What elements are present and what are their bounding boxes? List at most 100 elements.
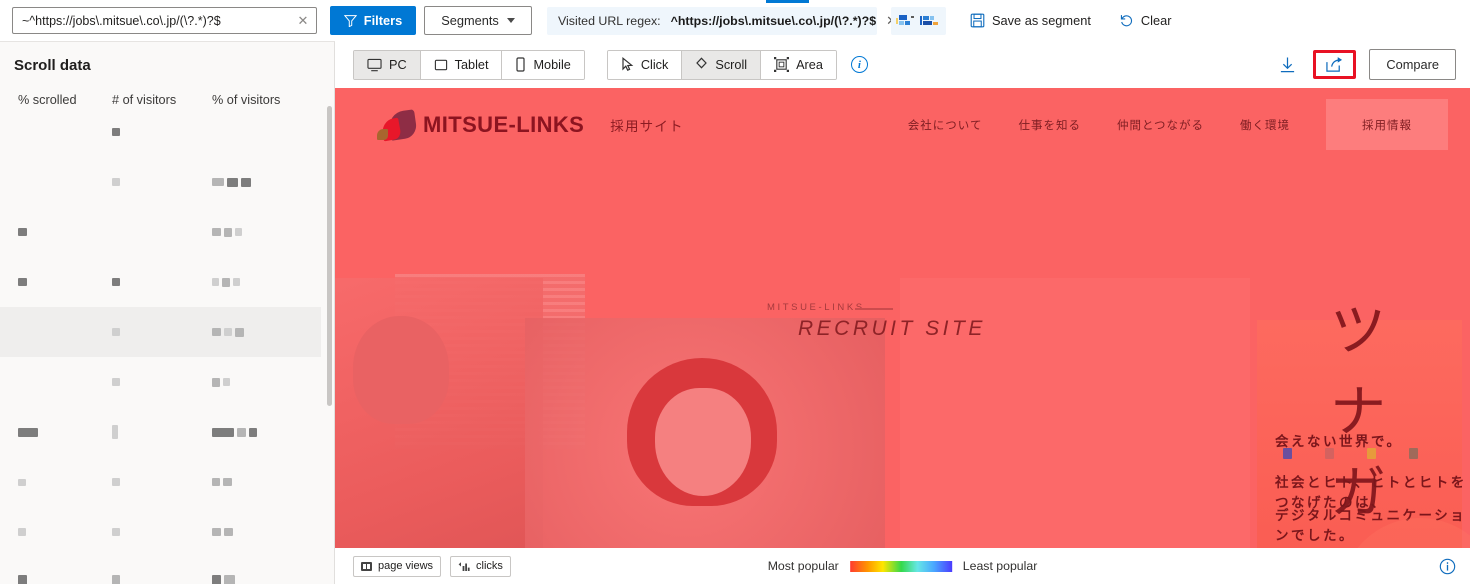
table-row[interactable] [0, 257, 321, 307]
redacted-block [235, 327, 244, 337]
redacted-block [212, 574, 221, 584]
filters-button[interactable]: Filters [330, 6, 416, 35]
table-row[interactable] [0, 207, 321, 257]
redacted-block [112, 278, 120, 286]
metric-chip-label: page views [378, 560, 434, 572]
sidebar-scrollbar-thumb[interactable] [327, 106, 332, 406]
segment-compare-icon-b [920, 14, 941, 28]
page-photo-person-right-face [655, 388, 751, 496]
redacted-block [112, 574, 120, 584]
metric-chip-clicks[interactable]: clicks [450, 555, 511, 577]
metric-chip-page-views[interactable]: page views [353, 555, 442, 577]
close-icon[interactable]: ✕ [294, 12, 312, 30]
share-export-icon [1325, 56, 1344, 73]
chip-value: ^https://jobs\.mitsue\.co\.jp/(\?.*)?$ [670, 13, 877, 28]
hero-message-1: 会えない世界で。 [1275, 434, 1403, 449]
redacted-block [212, 178, 224, 186]
table-row[interactable] [0, 357, 321, 407]
redacted-value-cell [212, 574, 321, 584]
redacted-block [112, 528, 120, 536]
heatmap-bottom-bar: page views clicks Most popular Least popu… [335, 548, 1470, 584]
table-row[interactable] [0, 307, 321, 357]
toggle-label: Area [796, 57, 823, 72]
save-as-segment-button[interactable]: Save as segment [964, 7, 1097, 35]
redacted-block [18, 278, 27, 286]
download-icon[interactable] [1271, 52, 1304, 78]
chip-prefix-label: Visited URL regex: [558, 13, 661, 28]
heatmap-canvas[interactable]: MITSUE-LINKS 採用サイト 会社について 仕事を知る 仲間とつながる 働く環… [335, 88, 1470, 548]
redacted-block [233, 278, 240, 286]
redacted-block [237, 427, 246, 437]
redacted-value-cell [212, 478, 321, 486]
clear-button[interactable]: Clear [1113, 7, 1178, 35]
chevron-down-icon [506, 18, 515, 23]
page-title: Scroll data [14, 57, 91, 74]
visited-url-regex-chip[interactable]: Visited URL regex: ^https://jobs\.mitsue… [547, 6, 897, 35]
toggle-click[interactable]: Click [607, 50, 683, 79]
toggle-pc[interactable]: PC [354, 50, 421, 79]
table-row[interactable] [0, 157, 321, 207]
site-nav-link[interactable]: 会社について [908, 117, 983, 133]
compare-button[interactable]: Compare [1369, 49, 1456, 80]
table-row[interactable] [0, 107, 321, 157]
redacted-block [224, 328, 232, 336]
toggle-tablet[interactable]: Tablet [420, 50, 503, 79]
url-filter-value: ~^https://jobs\.mitsue\.co\.jp/(\?.*)?$ [22, 13, 221, 28]
site-nav-cta-button[interactable]: 採用情報 [1326, 99, 1448, 150]
redacted-value-cell [0, 478, 112, 486]
heatmap-panel: PC Tablet Mobile Click Scroll Area i Com… [335, 41, 1470, 584]
redacted-block [249, 427, 257, 437]
undo-arrow-icon [1119, 13, 1134, 28]
redacted-value-cell [212, 177, 321, 187]
brand-name: MITSUE-LINKS [423, 111, 585, 137]
info-circle-icon[interactable]: i [850, 56, 868, 73]
site-nav-link[interactable]: 働く環境 [1240, 117, 1290, 133]
site-nav-link[interactable]: 仲間とつながる [1117, 117, 1204, 133]
redacted-block [18, 528, 26, 536]
funnel-icon [343, 14, 357, 27]
toggle-label: PC [389, 57, 407, 72]
table-row[interactable] [0, 507, 321, 557]
toggle-mobile[interactable]: Mobile [502, 50, 584, 79]
segments-dropdown[interactable]: Segments [424, 6, 532, 35]
redacted-value-cell [0, 427, 112, 437]
info-circle-icon[interactable] [1439, 558, 1456, 575]
hero-people-icons [1283, 448, 1418, 459]
redacted-block [212, 528, 221, 536]
toggle-area[interactable]: Area [761, 50, 836, 79]
brand-subtitle: 採用サイト [610, 118, 684, 134]
scroll-diamond-icon [695, 57, 708, 72]
redacted-block [212, 228, 221, 236]
area-select-icon [774, 57, 790, 72]
redacted-block [112, 378, 120, 386]
active-tab-accent [766, 0, 809, 3]
metric-chips: page views clicks [353, 555, 520, 577]
segment-compare-icons[interactable] [891, 6, 946, 35]
url-filter-input[interactable]: ~^https://jobs\.mitsue\.co\.jp/(\?.*)?$ … [12, 7, 317, 34]
redacted-value-cell [212, 227, 321, 237]
share-export-button[interactable] [1313, 50, 1357, 79]
scroll-data-table: % scrolled # of visitors % of visitors [0, 93, 321, 584]
legend-color-ramp [849, 560, 952, 572]
site-nav-link[interactable]: 仕事を知る [1018, 117, 1081, 133]
table-row[interactable] [0, 407, 321, 457]
scroll-data-sidebar: Scroll data % scrolled # of visitors % o… [0, 41, 335, 584]
captured-page-screenshot: MITSUE-LINKS 採用サイト 会社について 仕事を知る 仲間とつながる 働く環… [335, 88, 1470, 548]
monitor-icon [367, 58, 382, 72]
redacted-block [212, 278, 219, 286]
redacted-block [222, 277, 230, 287]
redacted-block [212, 377, 220, 387]
redacted-value-cell [212, 528, 321, 536]
redacted-value-cell [112, 278, 212, 286]
toggle-label: Click [640, 57, 669, 72]
table-row[interactable] [0, 557, 321, 584]
metric-chip-label: clicks [476, 560, 503, 572]
table-row[interactable] [0, 457, 321, 507]
clear-label: Clear [1140, 13, 1172, 28]
toggle-label: Mobile [533, 57, 571, 72]
toolbar-right-actions: Compare [1271, 49, 1456, 80]
page-photo-person-left-head [353, 316, 449, 424]
toggle-scroll[interactable]: Scroll [682, 50, 762, 79]
main-body: Scroll data % scrolled # of visitors % o… [0, 41, 1470, 584]
redacted-block [112, 328, 120, 336]
